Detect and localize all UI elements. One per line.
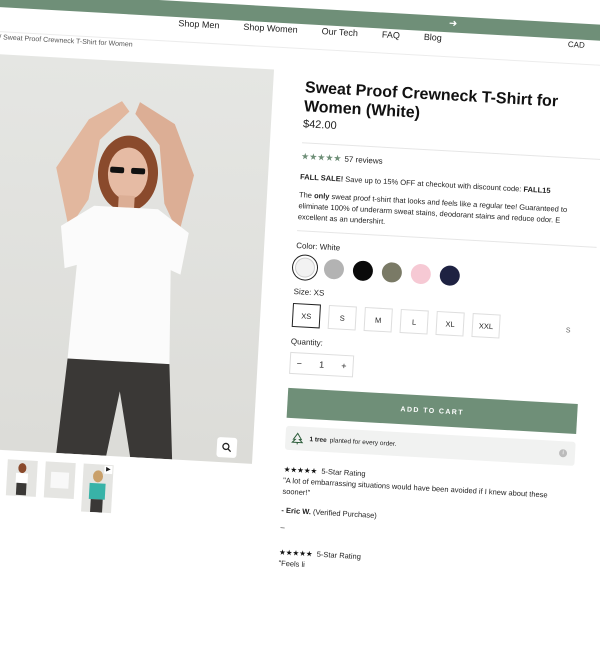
size-option-xs[interactable]: XS [292, 303, 321, 329]
currency-selector[interactable]: CAD [568, 40, 585, 50]
product-page: ➜ n Shop Men Shop Women Our Tech FAQ Blo… [0, 0, 600, 666]
nav-our-tech[interactable]: Our Tech [321, 26, 358, 38]
size-option-m[interactable]: M [364, 307, 393, 333]
tree-count: 1 tree [309, 436, 327, 444]
tree-icon [291, 432, 304, 445]
description-emphasis: only [314, 191, 330, 201]
sale-text: Save up to 15% OFF at checkout with disc… [345, 175, 522, 194]
review-author-name: - Eric W. [281, 506, 311, 517]
size-label-text: Size: [293, 287, 311, 297]
product-details: Sweat Proof Crewneck T-Shirt for Women (… [278, 78, 600, 585]
play-icon: ▶ [104, 466, 112, 474]
review-1: ★★★★★ 5-Star Rating "A lot of embarrassi… [280, 464, 573, 549]
swatch-olive[interactable] [381, 262, 402, 283]
search-icon [222, 442, 233, 453]
review-stars-icon: ★★★★★ [279, 548, 313, 559]
quantity-increase-button[interactable]: + [341, 361, 347, 371]
nav-blog[interactable]: Blog [424, 32, 443, 43]
tree-text: planted for every order. [330, 437, 397, 448]
swatch-navy[interactable] [439, 265, 460, 286]
thumbnail-strip: ▶ [0, 457, 114, 513]
quantity-decrease-button[interactable]: − [296, 358, 302, 368]
review-rating: 5-Star Rating [316, 550, 361, 561]
add-to-cart-button[interactable]: ADD TO CART [287, 388, 578, 434]
review-stars-icon: ★★★★★ [283, 465, 317, 476]
nav-faq[interactable]: FAQ [382, 30, 401, 41]
model-photo [0, 54, 274, 464]
color-selected-value: White [320, 242, 341, 252]
size-option-s[interactable]: S [328, 305, 357, 331]
swatch-white[interactable] [294, 257, 315, 278]
size-option-l[interactable]: L [400, 309, 429, 335]
tree-planting-notice: 1 tree planted for every order. i [285, 426, 576, 466]
description-text: sweat proof t-shirt that looks and feels… [298, 192, 568, 226]
logo[interactable]: n [0, 11, 1, 23]
quantity-stepper[interactable]: − 1 + [289, 352, 354, 378]
swatch-pink[interactable] [410, 264, 431, 285]
product-main-image[interactable] [0, 54, 274, 464]
size-selected-value: XS [313, 288, 324, 298]
review-verified: (Verified Purchase) [313, 507, 377, 520]
size-option-xxl[interactable]: XXL [471, 313, 500, 339]
swatch-grey[interactable] [323, 259, 344, 280]
sale-label: FALL SALE! [300, 172, 344, 183]
star-rating-icon: ★★★★★ [301, 151, 342, 164]
zoom-button[interactable] [216, 437, 237, 458]
thumbnail-video[interactable]: ▶ [81, 464, 114, 514]
review-count[interactable]: 57 reviews [344, 155, 383, 166]
swatch-black[interactable] [352, 260, 373, 281]
arrow-right-icon[interactable]: ➜ [448, 16, 457, 32]
size-guide-link[interactable]: S [566, 327, 571, 334]
size-option-xl[interactable]: XL [435, 311, 464, 337]
product-description: The only sweat proof t-shirt that looks … [298, 189, 589, 238]
color-label-text: Color: [296, 241, 318, 251]
review-2: ★★★★★ 5-Star Rating "Feels li [278, 547, 569, 585]
thumbnail-3[interactable] [44, 461, 76, 499]
breadcrumb[interactable]: e / Sweat Proof Crewneck T-Shirt for Wom… [0, 34, 133, 49]
nav-shop-women[interactable]: Shop Women [243, 22, 298, 35]
description-prefix: The [299, 190, 312, 200]
nav-shop-men[interactable]: Shop Men [178, 18, 220, 30]
discount-code: FALL15 [523, 185, 551, 195]
thumbnail-2[interactable] [6, 459, 38, 497]
quantity-value[interactable]: 1 [319, 360, 325, 370]
info-icon[interactable]: i [559, 449, 567, 457]
